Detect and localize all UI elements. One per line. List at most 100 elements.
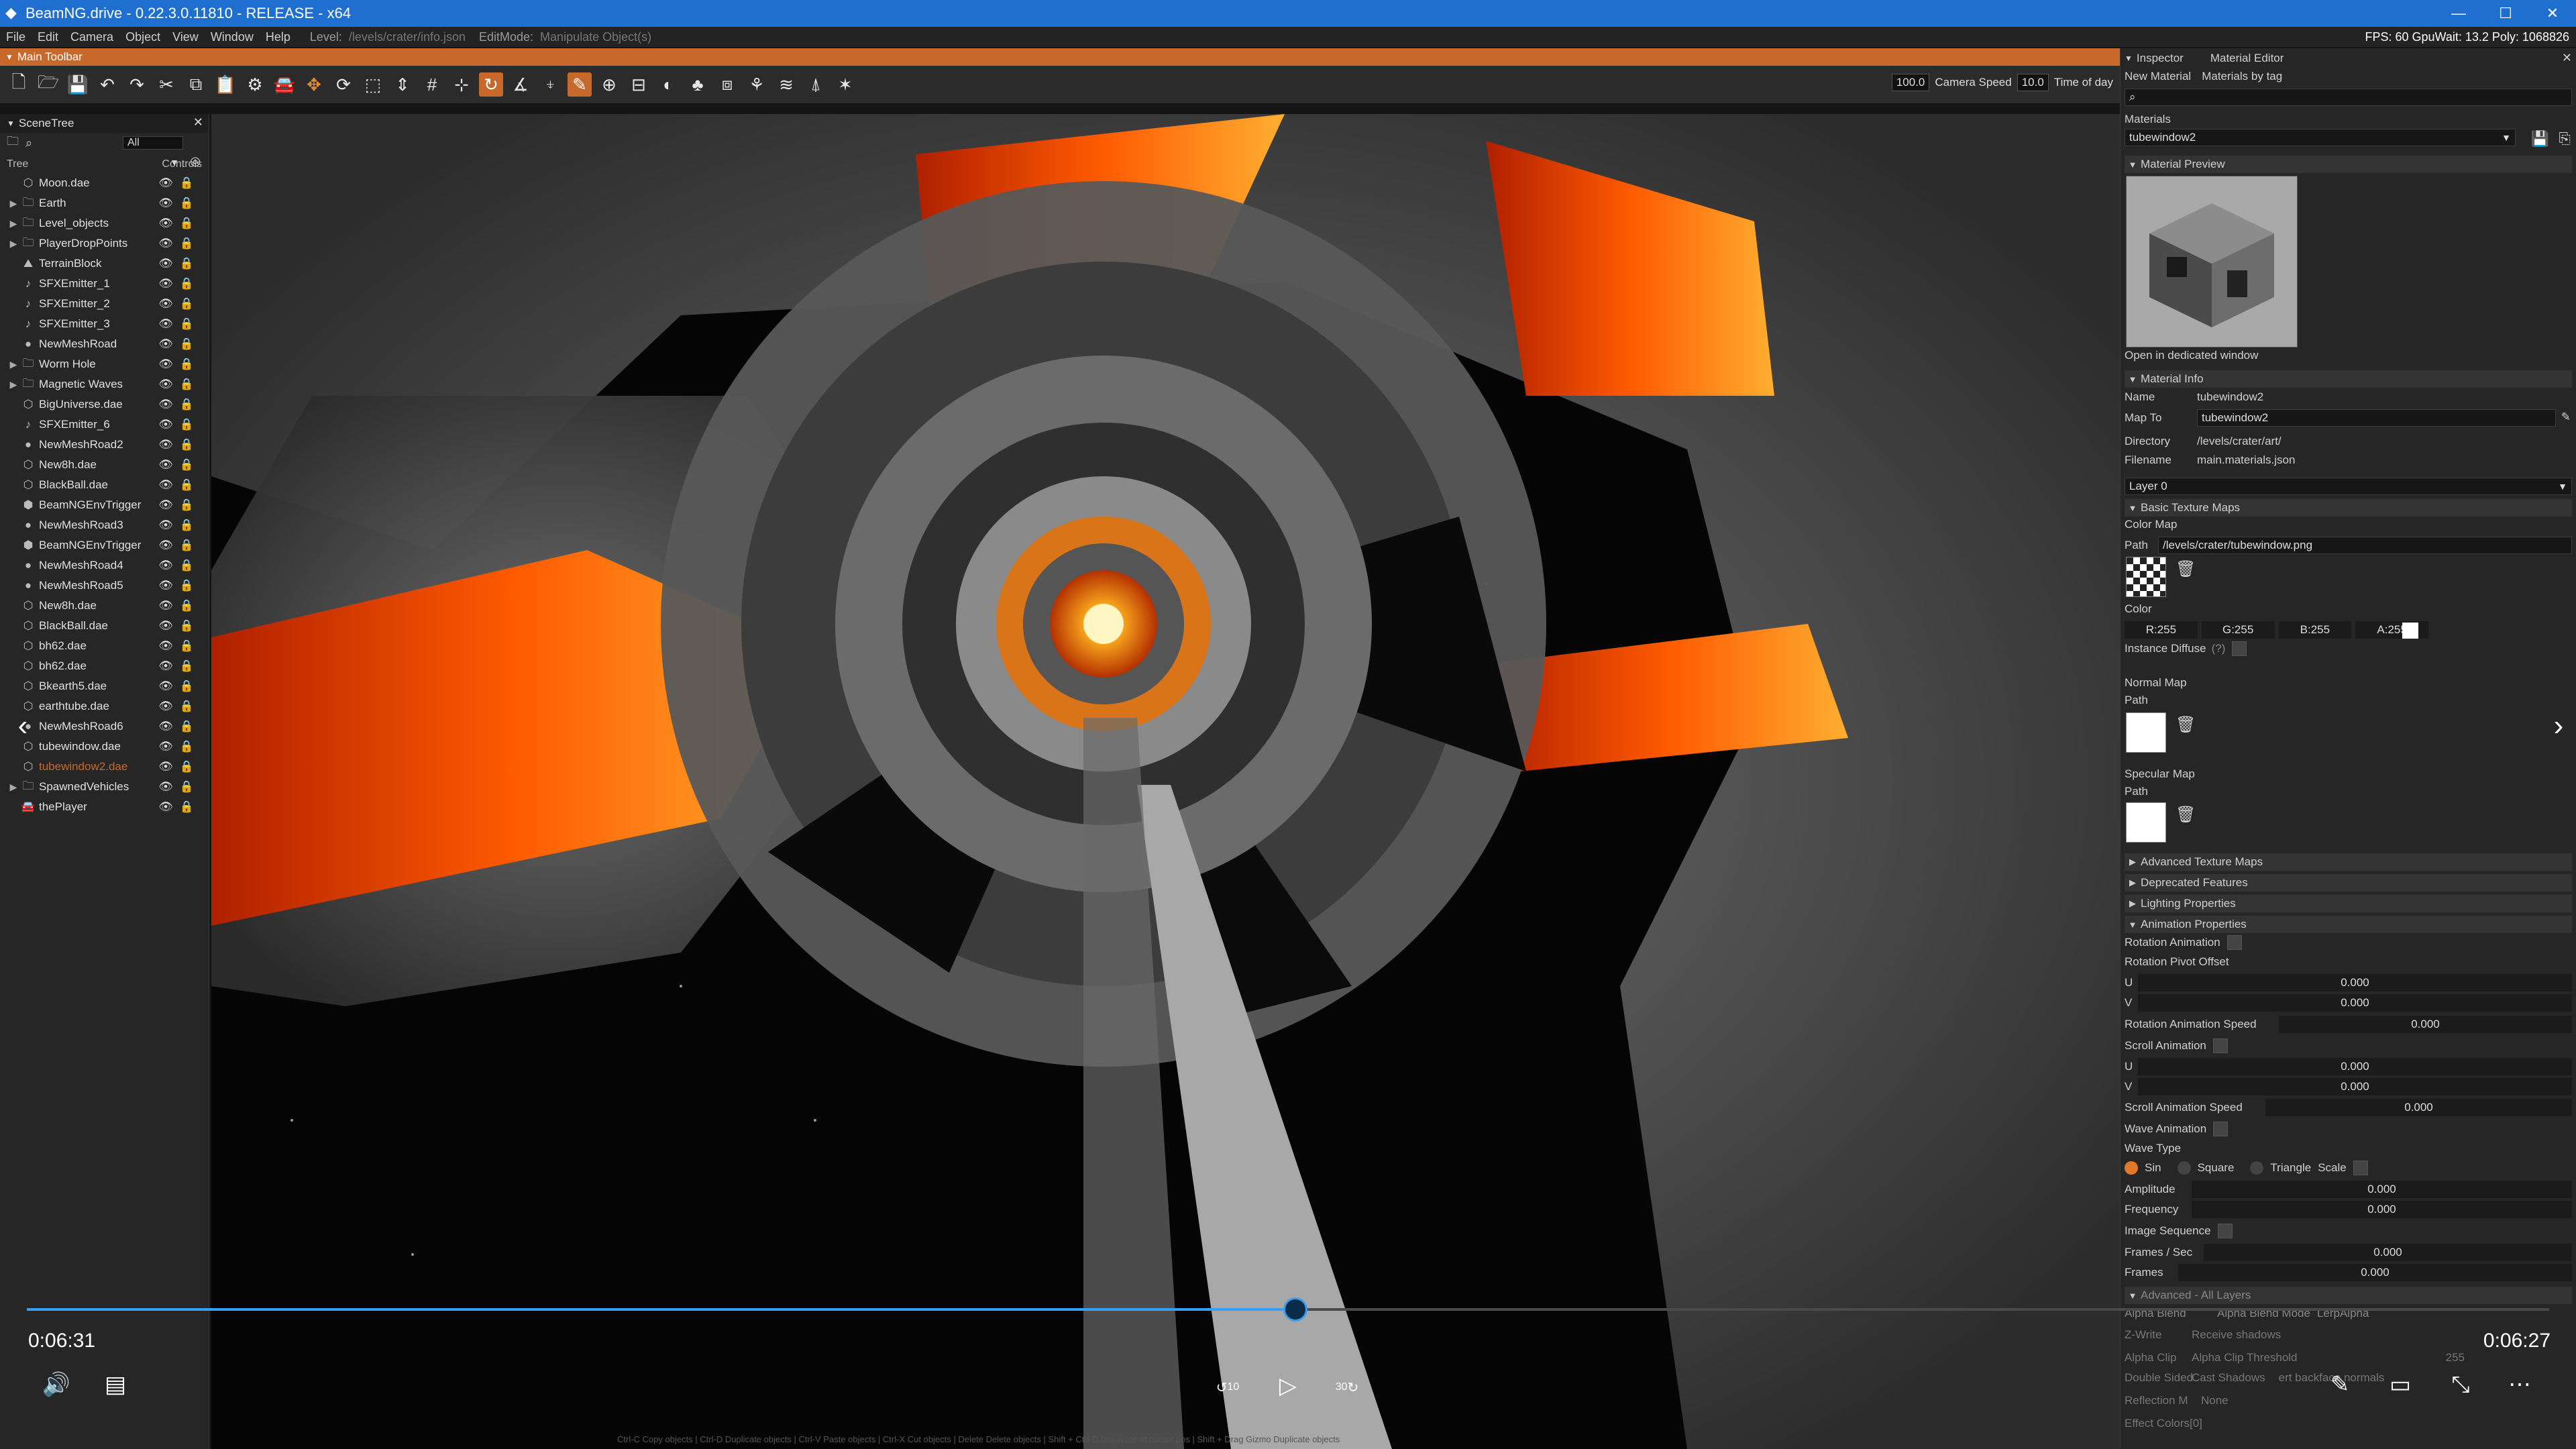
decal-tool-icon[interactable]: ⚘ <box>745 72 769 97</box>
forest-tool-icon[interactable]: ♣ <box>686 72 710 97</box>
menu-edit[interactable]: Edit <box>32 30 64 44</box>
lock-icon[interactable]: 🔒 <box>180 800 194 814</box>
lock-icon[interactable]: 🔒 <box>180 418 194 431</box>
visibility-eye-icon[interactable]: 👁 <box>158 176 173 190</box>
section-advanced-all-layers[interactable]: ▼ Advanced - All Layers <box>2125 1287 2572 1304</box>
visibility-eye-icon[interactable]: 👁 <box>158 337 173 351</box>
minimize-button[interactable]: — <box>2435 0 2482 27</box>
tree-item[interactable]: ⬡ Bkearth5.dae 👁 🔒 <box>0 676 209 696</box>
lock-icon[interactable]: 🔒 <box>180 720 194 733</box>
menu-file[interactable]: File <box>0 30 32 44</box>
scroll-animation-checkbox[interactable] <box>2212 1038 2228 1053</box>
visibility-eye-icon[interactable]: 👁 <box>158 619 173 633</box>
color-b-input[interactable]: B:255 <box>2278 621 2352 639</box>
clear-texture-icon[interactable]: 🗑 <box>2176 715 2196 735</box>
tree-item[interactable]: ▶ 🗀 Earth 👁 🔒 <box>0 193 209 213</box>
tree-item[interactable]: ⬡ tubewindow2.dae 👁 🔒 <box>0 757 209 777</box>
menu-window[interactable]: Window <box>205 30 260 44</box>
time-of-day-input[interactable]: 10.0 <box>2017 74 2049 91</box>
3d-viewport[interactable] <box>211 114 2120 1449</box>
tree-item[interactable]: ♪ SFXEmitter_2 👁 🔒 <box>0 294 209 314</box>
settings-gear-icon[interactable]: ⚙ <box>243 72 267 97</box>
lock-icon[interactable]: 🔒 <box>180 337 194 351</box>
lock-toggle-icon[interactable]: ◎ <box>190 154 201 168</box>
rotate-gizmo-icon[interactable]: ⟳ <box>331 72 356 97</box>
tree-item[interactable]: ⬡ Moon.dae 👁 🔒 <box>0 173 209 193</box>
tree-item[interactable]: ♪ SFXEmitter_1 👁 🔒 <box>0 274 209 294</box>
visibility-eye-icon[interactable]: 👁 <box>158 217 173 230</box>
open-folder-icon[interactable]: 🗁 <box>36 72 60 97</box>
tree-item[interactable]: ♪ SFXEmitter_6 👁 🔒 <box>0 415 209 435</box>
collapse-arrow-icon[interactable]: ▼ <box>7 119 15 128</box>
mesh-tool-icon[interactable]: ⧈ <box>715 72 739 97</box>
section-lighting-properties[interactable]: ▶ Lighting Properties <box>2125 895 2572 912</box>
skip-forward-icon[interactable]: 30 ↻ <box>1328 1368 1366 1406</box>
lock-icon[interactable]: 🔒 <box>180 780 194 794</box>
frames-sec-slider[interactable]: 0.000 <box>2204 1244 2572 1261</box>
visibility-eye-icon[interactable]: 👁 <box>158 519 173 532</box>
lock-icon[interactable]: 🔒 <box>180 478 194 492</box>
tree-item[interactable]: ⬡ BlackBall.dae 👁 🔒 <box>0 616 209 636</box>
visibility-eye-icon[interactable]: 👁 <box>158 700 173 713</box>
color-map-thumbnail[interactable] <box>2126 557 2166 597</box>
rotation-v-slider[interactable]: 0.000 <box>2138 994 2572 1012</box>
wave-triangle-radio[interactable] <box>2250 1161 2264 1175</box>
undo-icon[interactable]: ↶ <box>95 72 119 97</box>
visibility-eye-icon[interactable]: 👁 <box>158 680 173 693</box>
specular-map-thumbnail[interactable] <box>2126 802 2166 843</box>
visibility-eye-icon[interactable]: 👁 <box>158 659 173 673</box>
fullscreen-exit-icon[interactable]: ⤡ <box>2442 1366 2479 1403</box>
lock-icon[interactable]: 🔒 <box>180 740 194 753</box>
tree-item[interactable]: ▶ 🗀 PlayerDropPoints 👁 🔒 <box>0 233 209 254</box>
redo-icon[interactable]: ↷ <box>125 72 149 97</box>
lock-icon[interactable]: 🔒 <box>180 277 194 290</box>
section-advanced-texture-maps[interactable]: ▶ Advanced Texture Maps <box>2125 853 2572 871</box>
visibility-eye-icon[interactable]: 👁 <box>158 358 173 371</box>
material-select[interactable]: tubewindow2 ▼ <box>2125 129 2516 146</box>
visibility-eye-icon[interactable]: 👁 <box>158 378 173 391</box>
lock-icon[interactable]: 🔒 <box>180 659 194 673</box>
add-object-icon[interactable]: ⊕ <box>597 72 621 97</box>
lock-icon[interactable]: 🔒 <box>180 519 194 532</box>
clear-texture-icon[interactable]: 🗑 <box>2176 805 2196 824</box>
expand-arrow-icon[interactable]: ▶ <box>7 218 20 229</box>
tree-item[interactable]: ⬡ bh62.dae 👁 🔒 <box>0 636 209 656</box>
lock-icon[interactable]: 🔒 <box>180 176 194 190</box>
menu-object[interactable]: Object <box>119 30 166 44</box>
tree-item[interactable]: ● NewMeshRoad2 👁 🔒 <box>0 435 209 455</box>
lock-icon[interactable]: 🔒 <box>180 599 194 612</box>
visibility-eye-icon[interactable]: 👁 <box>158 478 173 492</box>
clear-texture-icon[interactable]: 🗑 <box>2176 559 2196 579</box>
tree-item[interactable]: ⛰ TerrainBlock 👁 🔒 <box>0 254 209 274</box>
frequency-slider[interactable]: 0.000 <box>2192 1201 2572 1218</box>
chevron-down-icon[interactable]: ▼ <box>170 157 179 168</box>
section-deprecated-features[interactable]: ▶ Deprecated Features <box>2125 874 2572 892</box>
color-r-input[interactable]: R:255 <box>2125 621 2198 639</box>
lock-icon[interactable]: 🔒 <box>180 559 194 572</box>
amplitude-slider[interactable]: 0.000 <box>2192 1181 2572 1198</box>
new-file-icon[interactable]: 🗋 <box>7 72 31 97</box>
tree-item[interactable]: ⬡ New8h.dae 👁 🔒 <box>0 596 209 616</box>
lock-icon[interactable]: 🔒 <box>180 217 194 230</box>
menu-camera[interactable]: Camera <box>64 30 119 44</box>
edit-pen-icon[interactable]: ✎ <box>2321 1366 2359 1403</box>
filter-select[interactable]: All <box>123 136 183 150</box>
save-icon[interactable]: 💾 <box>66 72 90 97</box>
visibility-eye-icon[interactable]: 👁 <box>158 740 173 753</box>
save-material-icon[interactable]: 💾 <box>2531 130 2549 148</box>
align-icon[interactable]: ⇕ <box>390 72 415 97</box>
tab-inspector[interactable]: Inspector <box>2137 52 2184 65</box>
chevron-right-icon[interactable]: › <box>2540 707 2576 745</box>
section-material-info[interactable]: ▼ Material Info <box>2125 370 2572 388</box>
terrain-paint-icon[interactable]: ◐ <box>656 72 680 97</box>
tree-item[interactable]: ● NewMeshRoad4 👁 🔒 <box>0 555 209 576</box>
wave-scale-checkbox[interactable] <box>2353 1161 2368 1175</box>
visibility-eye-icon[interactable]: 👁 <box>158 438 173 451</box>
wave-animation-checkbox[interactable] <box>2213 1122 2229 1136</box>
play-icon[interactable]: ▷ <box>1269 1367 1307 1405</box>
expand-arrow-icon[interactable]: ▶ <box>7 359 20 370</box>
tree-item[interactable]: 🚘 thePlayer 👁 🔒 <box>0 797 209 817</box>
visibility-eye-icon[interactable]: 👁 <box>158 237 173 250</box>
visibility-eye-icon[interactable]: 👁 <box>158 780 173 794</box>
material-search-input[interactable]: ⌕ <box>2125 89 2572 106</box>
